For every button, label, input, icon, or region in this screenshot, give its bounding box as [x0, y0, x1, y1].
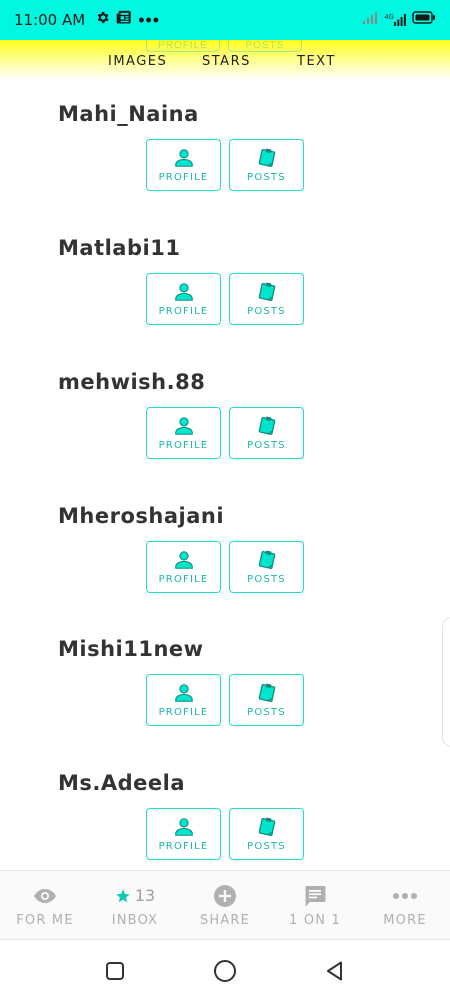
posts-label: POSTS: [247, 574, 286, 585]
chat-icon: [305, 885, 326, 906]
circle-icon: [214, 959, 236, 982]
user-card: Mishi11new PROFILE POSTS: [0, 637, 450, 771]
notes-icon: [258, 282, 275, 301]
nav-label: INBOX: [111, 912, 159, 928]
notes-icon: [258, 416, 275, 435]
posts-button[interactable]: POSTS: [229, 139, 304, 191]
nav-for-me[interactable]: FOR ME: [0, 871, 90, 939]
posts-button[interactable]: POSTS: [229, 407, 304, 459]
person-icon: [174, 149, 193, 167]
settings-gear-icon: [95, 10, 110, 30]
posts-label: POSTS: [247, 707, 286, 718]
profile-button[interactable]: PROFILE: [146, 541, 221, 593]
system-nav-bar: [0, 941, 450, 1000]
notes-icon: [258, 550, 275, 569]
square-icon: [106, 961, 124, 980]
profile-button[interactable]: PROFILE: [146, 407, 221, 459]
scrolled-away-buttons: PROFILE POSTS: [146, 40, 302, 52]
posts-label: POSTS: [247, 172, 286, 183]
star-icon: [116, 888, 130, 902]
more-dots-icon: [393, 892, 417, 899]
profile-label: PROFILE: [158, 440, 209, 451]
user-actions: PROFILE POSTS: [146, 407, 304, 459]
status-bar: 11:00 AM ••• 4G: [0, 0, 450, 40]
user-actions: PROFILE POSTS: [146, 541, 304, 593]
recents-button[interactable]: [102, 958, 128, 984]
person-icon: [174, 417, 193, 435]
posts-button[interactable]: POSTS: [229, 541, 304, 593]
profile-button[interactable]: PROFILE: [146, 674, 221, 726]
status-time: 11:00 AM: [14, 11, 86, 29]
more-notifications-icon: •••: [138, 10, 161, 30]
tab-text[interactable]: TEXT: [297, 54, 336, 69]
username: Matlabi11: [58, 236, 181, 260]
user-list[interactable]: Mahi_Naina PROFILE POSTS Matlabi11 PROFI…: [0, 80, 450, 870]
posts-button[interactable]: POSTS: [229, 674, 304, 726]
user-actions: PROFILE POSTS: [146, 273, 304, 325]
profile-label: PROFILE: [158, 707, 209, 718]
nav-inbox[interactable]: 13 INBOX: [90, 871, 180, 939]
signal-4g-icon: 4G: [385, 14, 406, 26]
posts-button[interactable]: POSTS: [229, 808, 304, 860]
person-icon: [174, 283, 193, 301]
user-card: Mheroshajani PROFILE POSTS: [0, 504, 450, 638]
news-app-icon: [116, 10, 132, 30]
battery-icon: [412, 11, 436, 29]
user-card: Matlabi11 PROFILE POSTS: [0, 236, 450, 370]
bottom-nav: FOR ME 13 INBOX SHARE 1 ON 1 MORE: [0, 870, 450, 940]
signal-icon: [362, 11, 379, 29]
inbox-count-badge: 13: [134, 886, 156, 905]
ghost-profile-button: PROFILE: [146, 40, 220, 52]
notes-icon: [258, 148, 275, 167]
ghost-posts-button: POSTS: [228, 40, 302, 52]
nav-share[interactable]: SHARE: [180, 871, 270, 939]
profile-label: PROFILE: [158, 574, 209, 585]
nav-more[interactable]: MORE: [360, 871, 450, 939]
home-button[interactable]: [212, 958, 238, 984]
posts-button[interactable]: POSTS: [229, 273, 304, 325]
profile-label: PROFILE: [158, 306, 209, 317]
nav-one-on-one[interactable]: 1 ON 1: [270, 871, 360, 939]
nav-label: 1 ON 1: [289, 912, 341, 928]
profile-label: PROFILE: [158, 172, 209, 183]
user-card: mehwish.88 PROFILE POSTS: [0, 370, 450, 504]
status-icons-left: •••: [95, 10, 160, 30]
plus-circle-icon: [214, 884, 236, 907]
network-type-label: 4G: [384, 14, 394, 21]
posts-label: POSTS: [247, 306, 286, 317]
nav-label: SHARE: [199, 912, 251, 928]
nav-label: FOR ME: [16, 912, 74, 928]
triangle-back-icon: [327, 961, 342, 980]
username: Mishi11new: [58, 637, 204, 661]
user-card: Ms.Adeela PROFILE POSTS: [0, 771, 450, 870]
side-drawer-handle[interactable]: [442, 617, 450, 747]
user-actions: PROFILE POSTS: [146, 139, 304, 191]
tab-stars[interactable]: STARS: [202, 54, 251, 69]
user-actions: PROFILE POSTS: [146, 674, 304, 726]
back-button[interactable]: [322, 958, 348, 984]
username: Ms.Adeela: [58, 771, 186, 795]
user-card: Mahi_Naina PROFILE POSTS: [0, 102, 450, 236]
posts-label: POSTS: [247, 841, 286, 852]
username: Mahi_Naina: [58, 102, 199, 126]
user-actions: PROFILE POSTS: [146, 808, 304, 860]
eye-icon: [34, 888, 56, 903]
username: mehwish.88: [58, 370, 206, 394]
status-icons-right: 4G: [362, 11, 436, 29]
tab-header: PROFILE POSTS IMAGES STARS TEXT: [0, 40, 450, 80]
nav-label: MORE: [383, 912, 427, 928]
notes-icon: [258, 683, 275, 702]
person-icon: [174, 684, 193, 702]
profile-button[interactable]: PROFILE: [146, 273, 221, 325]
profile-button[interactable]: PROFILE: [146, 808, 221, 860]
profile-label: PROFILE: [158, 841, 209, 852]
person-icon: [174, 818, 193, 836]
posts-label: POSTS: [247, 440, 286, 451]
person-icon: [174, 551, 193, 569]
tab-images[interactable]: IMAGES: [108, 54, 167, 69]
notes-icon: [258, 817, 275, 836]
username: Mheroshajani: [58, 504, 225, 528]
profile-button[interactable]: PROFILE: [146, 139, 221, 191]
